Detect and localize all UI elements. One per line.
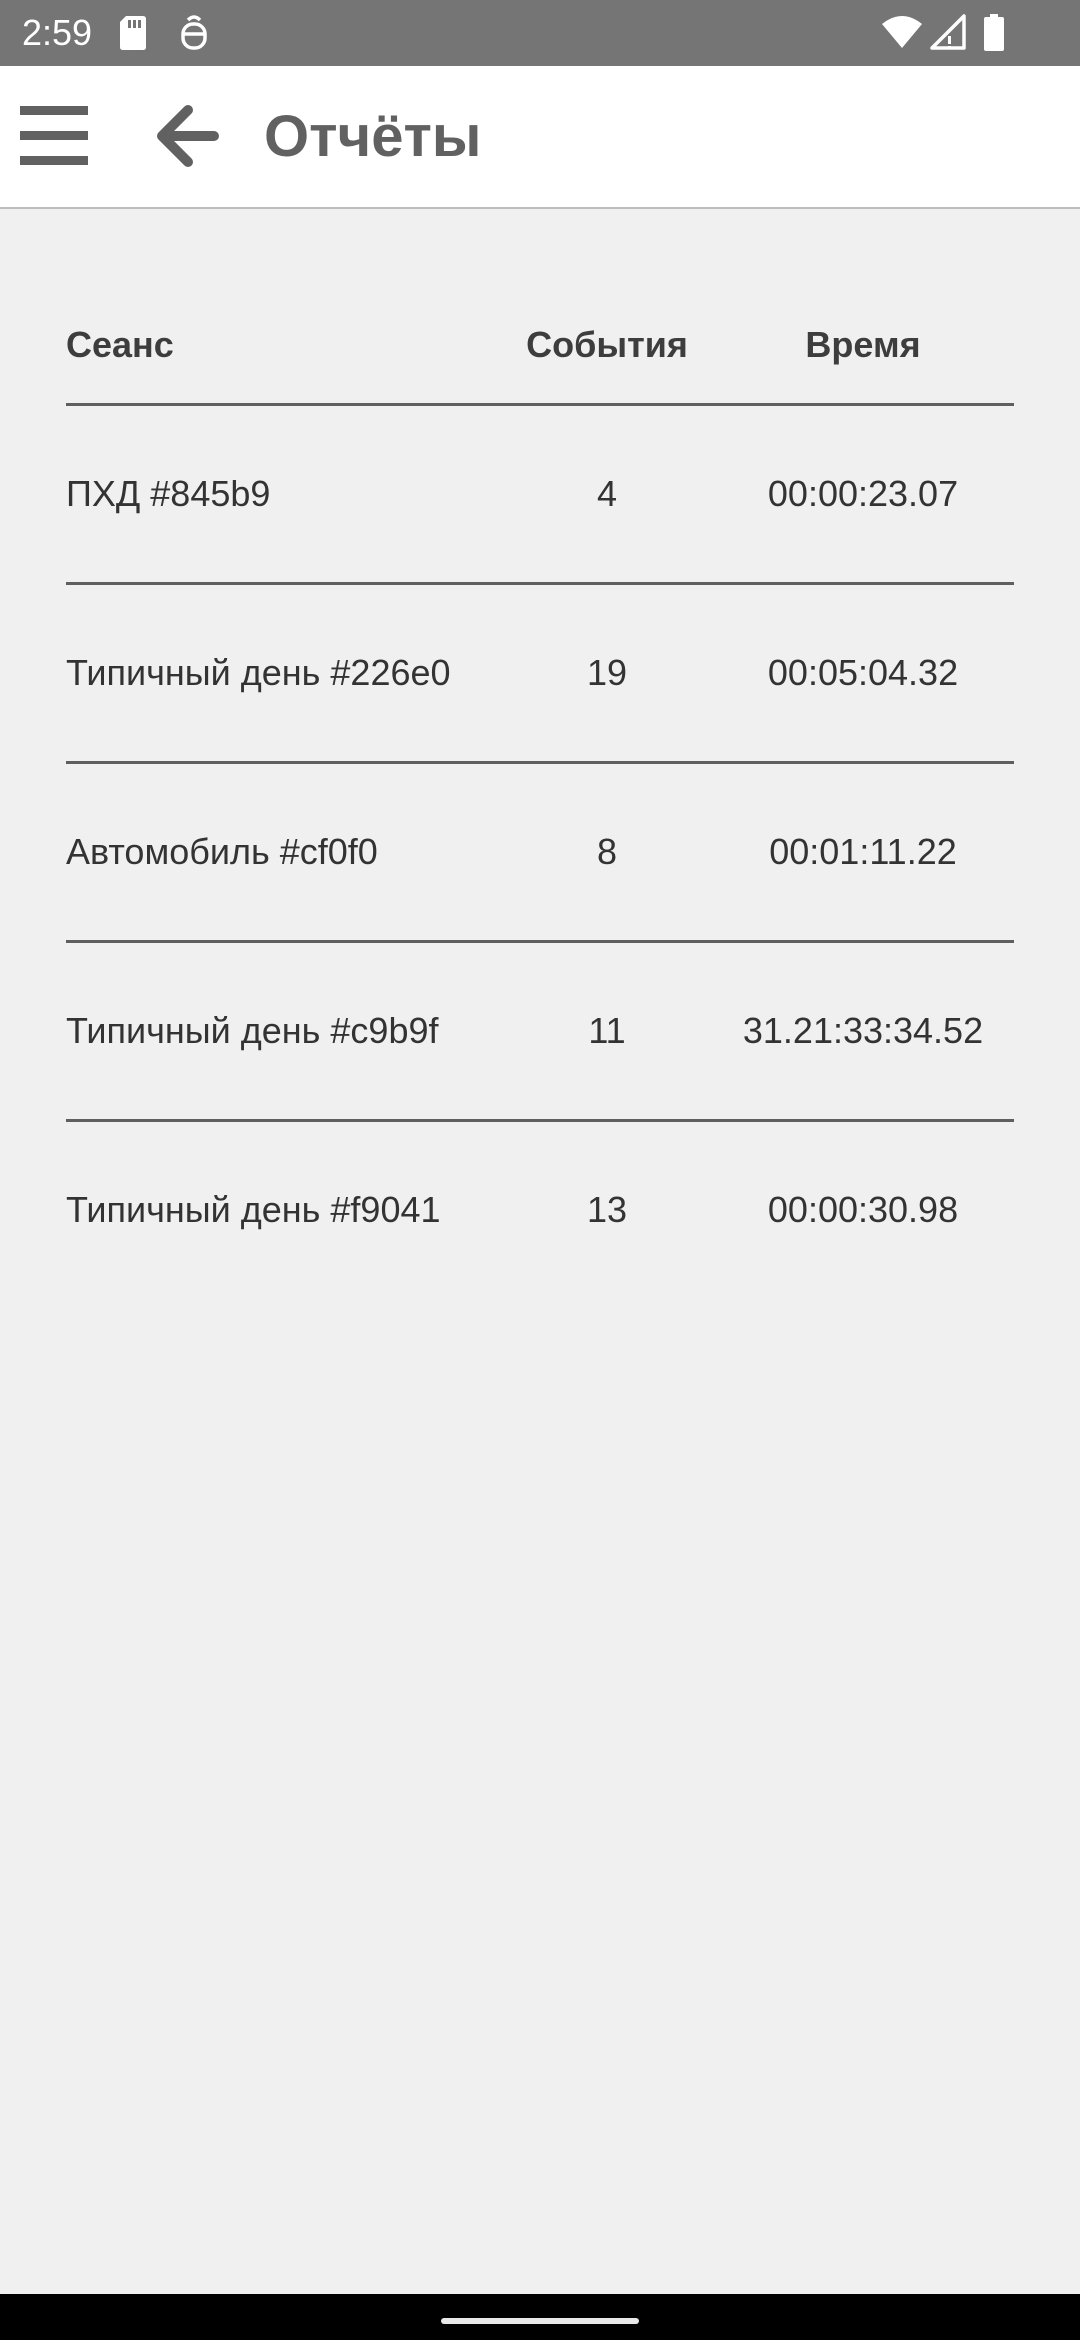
sd-card-icon	[118, 14, 148, 52]
arrow-back-icon	[157, 105, 219, 167]
session-duration: 31.21:33:34.52	[742, 1010, 984, 1051]
page-title: Отчёты	[264, 104, 482, 169]
session-duration: 00:00:30.98	[767, 1189, 959, 1230]
header-time: Время	[805, 324, 921, 365]
session-name: Автомобиль #cf0f0	[66, 831, 378, 872]
signal-icon	[930, 14, 966, 52]
session-name: Типичный день #c9b9f	[66, 1010, 439, 1051]
wifi-icon	[882, 14, 922, 52]
events-count: 19	[586, 652, 628, 693]
app-bar: Отчёты	[0, 66, 1080, 209]
hamburger-menu-icon	[20, 106, 88, 165]
session-name: Типичный день #f9041	[66, 1189, 441, 1230]
events-count: 13	[586, 1189, 628, 1230]
table-header: Сеанс События Время	[66, 296, 1014, 406]
events-count: 4	[596, 473, 618, 514]
events-count: 8	[596, 831, 618, 872]
table-row[interactable]: Автомобиль #cf0f0 8 00:01:11.22	[66, 764, 1014, 943]
navigation-bar	[0, 2294, 1080, 2340]
table-row[interactable]: Типичный день #f9041 13 00:00:30.98	[66, 1122, 1014, 1301]
session-name: ПХД #845b9	[66, 473, 271, 514]
table-row[interactable]: Типичный день #226e0 19 00:05:04.32	[66, 585, 1014, 764]
reports-table: Сеанс События Время ПХД #845b9 4 00:00:2…	[66, 296, 1014, 1301]
back-button[interactable]	[150, 100, 230, 172]
table-row[interactable]: ПХД #845b9 4 00:00:23.07	[66, 406, 1014, 585]
status-bar: 2:59	[0, 0, 1080, 66]
session-duration: 00:05:04.32	[767, 652, 959, 693]
table-row[interactable]: Типичный день #c9b9f 11 31.21:33:34.52	[66, 943, 1014, 1122]
status-time: 2:59	[22, 12, 93, 53]
assistant-icon	[178, 14, 210, 52]
session-duration: 00:01:11.22	[769, 831, 957, 872]
header-session: Сеанс	[66, 324, 174, 365]
menu-button[interactable]	[14, 98, 94, 174]
session-name: Типичный день #226e0	[66, 652, 451, 693]
battery-icon	[984, 14, 1004, 52]
events-count: 11	[588, 1010, 626, 1051]
session-duration: 00:00:23.07	[767, 473, 959, 514]
home-gesture-handle[interactable]	[441, 2318, 639, 2324]
